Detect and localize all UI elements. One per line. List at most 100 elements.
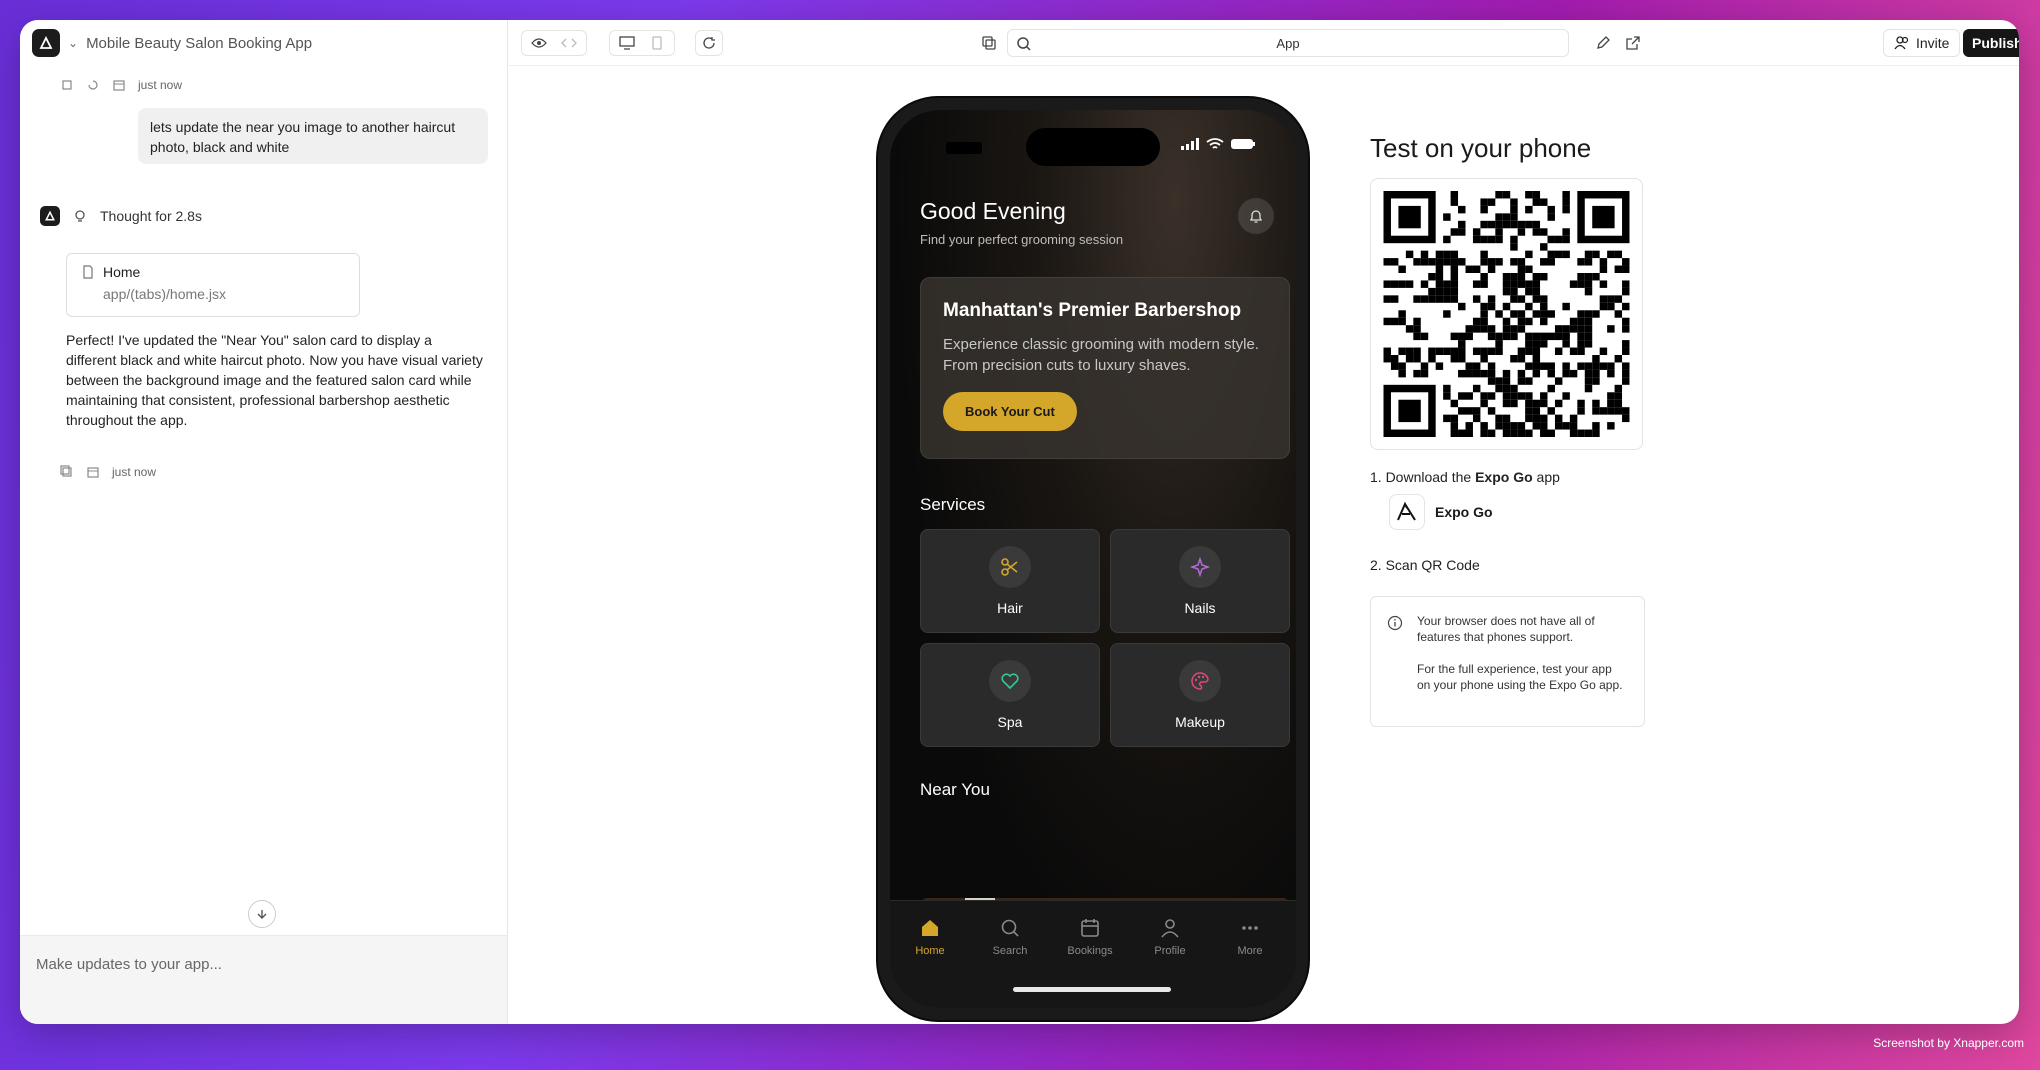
- app-logo-icon: [32, 29, 60, 57]
- dynamic-island: [1026, 128, 1160, 166]
- arrow-down-icon: [257, 910, 267, 919]
- code-view-button[interactable]: [556, 32, 582, 54]
- services-title: Services: [920, 495, 986, 514]
- service-label: Hair: [997, 600, 1023, 616]
- watermark: Screenshot by Xnapper.com: [1873, 1036, 2024, 1050]
- book-cut-button[interactable]: Book Your Cut: [943, 392, 1077, 431]
- expo-go-icon: [1389, 494, 1425, 530]
- calendar-icon: [87, 467, 99, 478]
- bottom-tab-bar: Home Search Bookings Profile More: [890, 900, 1296, 1008]
- step-scan: 2. Scan QR Code: [1370, 557, 1480, 573]
- service-spa[interactable]: Spa: [920, 643, 1100, 747]
- desktop-view-button[interactable]: [614, 32, 640, 54]
- qr-code: [1370, 178, 1643, 450]
- wifi-icon: [1206, 138, 1224, 149]
- palette-icon: [1179, 660, 1221, 702]
- message-time: just now: [138, 78, 183, 92]
- heart-icon: [989, 660, 1031, 702]
- publish-button[interactable]: Publish: [1963, 29, 2019, 57]
- file-card[interactable]: Home app/(tabs)/home.jsx: [66, 253, 360, 317]
- signal-icon: [1181, 138, 1199, 150]
- tab-label: Home: [915, 945, 945, 957]
- service-nails[interactable]: Nails: [1110, 529, 1290, 633]
- greeting-subtitle: Find your perfect grooming session: [920, 232, 1124, 247]
- chat-panel: ⌄ Mobile Beauty Salon Booking App just n…: [20, 20, 508, 1024]
- step-download-suffix: app: [1532, 469, 1560, 485]
- calendar-icon: [113, 80, 125, 91]
- monitor-icon: [619, 36, 635, 50]
- near-you-title: Near You: [920, 780, 990, 799]
- tab-label: Bookings: [1067, 945, 1113, 957]
- featured-title: Manhattan's Premier Barbershop: [943, 300, 1242, 321]
- home-indicator: [1013, 987, 1171, 992]
- lightbulb-icon: [75, 210, 85, 222]
- phone-icon: [652, 36, 662, 50]
- code-icon: [561, 38, 577, 48]
- refresh-button[interactable]: [695, 30, 723, 56]
- service-label: Makeup: [1175, 714, 1225, 730]
- thought-indicator[interactable]: Thought for 2.8s: [40, 206, 202, 226]
- copy-icon[interactable]: [60, 465, 74, 479]
- file-path: app/(tabs)/home.jsx: [103, 286, 226, 302]
- message-time: just now: [112, 465, 157, 479]
- featured-card: Manhattan's Premier Barbershop Experienc…: [920, 277, 1290, 459]
- info-icon: [1387, 615, 1403, 631]
- url-bar[interactable]: App: [1007, 29, 1569, 57]
- battery-icon: [1231, 139, 1255, 149]
- pencil-icon: [1597, 36, 1610, 49]
- eye-icon: [531, 38, 547, 48]
- user-message: lets update the near you image to anothe…: [138, 108, 488, 164]
- edit-button[interactable]: [1589, 30, 1617, 56]
- tab-search[interactable]: Search: [980, 917, 1040, 957]
- service-label: Nails: [1184, 600, 1216, 616]
- featured-description: Experience classic grooming with modern …: [943, 336, 1259, 374]
- more-icon: [1242, 926, 1258, 930]
- tab-home[interactable]: Home: [900, 917, 960, 957]
- project-header[interactable]: ⌄ Mobile Beauty Salon Booking App: [20, 20, 507, 66]
- preview-toolbar: App Invite Publish: [509, 20, 2019, 66]
- message-meta: just now: [60, 78, 182, 92]
- scroll-down-button[interactable]: [248, 900, 276, 928]
- status-icons: [1180, 138, 1256, 150]
- thought-label: Thought for 2.8s: [100, 208, 202, 224]
- invite-button[interactable]: Invite: [1883, 29, 1961, 57]
- copy-icon: [982, 36, 996, 50]
- notifications-button[interactable]: [1238, 198, 1274, 234]
- chat-composer-input[interactable]: Make updates to your app...: [20, 935, 507, 1024]
- copy-icon[interactable]: [60, 78, 74, 92]
- step-download-prefix: 1. Download the: [1370, 469, 1476, 485]
- qr-code-image: [1383, 191, 1630, 437]
- open-external-button[interactable]: [1619, 30, 1647, 56]
- view-mode-toggle: [521, 30, 587, 56]
- expo-go-link[interactable]: Expo Go: [1389, 494, 1493, 530]
- greeting-title: Good Evening: [920, 198, 1066, 224]
- service-makeup[interactable]: Makeup: [1110, 643, 1290, 747]
- users-icon: [1894, 36, 1909, 50]
- url-text: App: [1276, 35, 1300, 51]
- copy-url-button[interactable]: [975, 30, 1003, 56]
- app-window: ⌄ Mobile Beauty Salon Booking App just n…: [20, 20, 2019, 1024]
- preview-eye-button[interactable]: [526, 32, 552, 54]
- service-label: Spa: [997, 714, 1023, 730]
- search-icon: [1001, 919, 1019, 937]
- chevron-down-icon[interactable]: ⌄: [68, 36, 78, 50]
- assistant-avatar: [40, 206, 60, 226]
- assistant-meta: just now: [60, 465, 156, 479]
- preview-panel: App Invite Publish Good Evening Find you…: [509, 20, 2019, 1024]
- tab-label: Profile: [1154, 945, 1186, 957]
- tab-profile[interactable]: Profile: [1140, 917, 1200, 957]
- phone-screen: Good Evening Find your perfect grooming …: [890, 110, 1296, 1008]
- external-link-icon: [1626, 36, 1640, 50]
- scissors-icon: [989, 546, 1031, 588]
- undo-icon[interactable]: [86, 78, 100, 92]
- device-toggle: [609, 30, 675, 56]
- tab-more[interactable]: More: [1220, 917, 1280, 957]
- invite-label: Invite: [1916, 35, 1950, 51]
- tab-label: More: [1237, 945, 1263, 957]
- tab-bookings[interactable]: Bookings: [1060, 917, 1120, 957]
- notice-line-2: For the full experience, test your app o…: [1417, 662, 1623, 692]
- user-icon: [1161, 919, 1179, 938]
- mobile-view-button[interactable]: [644, 32, 670, 54]
- status-time: [946, 142, 982, 154]
- service-hair[interactable]: Hair: [920, 529, 1100, 633]
